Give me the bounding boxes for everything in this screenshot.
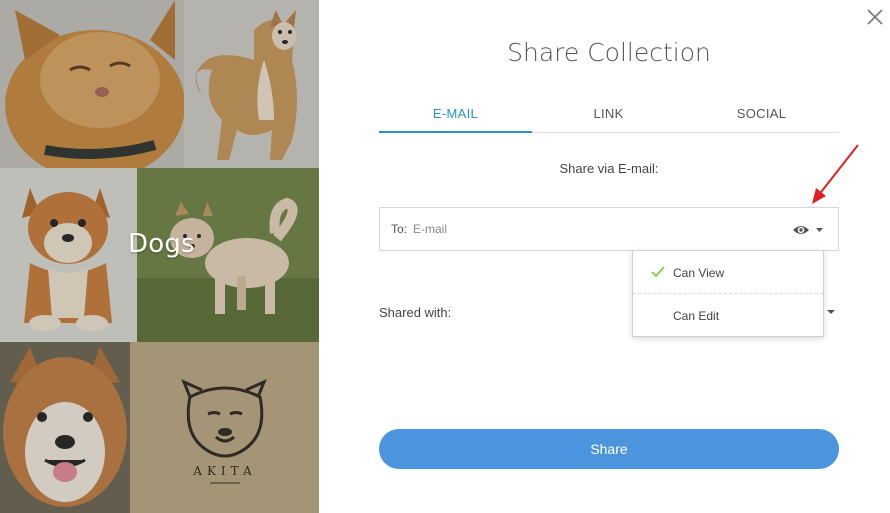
share-tabs: E-MAIL LINK SOCIAL bbox=[379, 100, 839, 133]
collection-name: Dogs bbox=[128, 229, 195, 259]
menu-item-label: Can Edit bbox=[673, 309, 720, 323]
share-via-email-heading: Share via E-mail: bbox=[559, 161, 659, 176]
annotation-arrow bbox=[812, 144, 859, 204]
to-label: To: bbox=[391, 222, 408, 236]
tab-email[interactable]: E-MAIL bbox=[379, 100, 532, 133]
eye-icon bbox=[793, 226, 809, 234]
check-icon bbox=[651, 266, 665, 278]
menu-item-can-view[interactable]: Can View bbox=[633, 251, 823, 294]
tab-social[interactable]: SOCIAL bbox=[685, 100, 838, 132]
close-icon bbox=[867, 9, 883, 25]
menu-item-can-edit[interactable]: Can Edit bbox=[633, 294, 823, 337]
share-collection-screen: AKITA Dogs Share Collection E-MAIL LINK … bbox=[0, 0, 890, 513]
collection-cover-collage: AKITA Dogs bbox=[0, 0, 319, 513]
dialog-title: Share Collection bbox=[507, 38, 711, 67]
caret-down-icon bbox=[816, 228, 823, 232]
permission-dropdown-menu: Can View Can Edit bbox=[632, 250, 824, 337]
email-recipient-box: To: bbox=[379, 207, 839, 251]
email-input[interactable] bbox=[413, 218, 773, 240]
permission-dropdown-toggle[interactable] bbox=[792, 221, 828, 239]
tab-link[interactable]: LINK bbox=[532, 100, 685, 132]
shared-with-caret-down-icon[interactable] bbox=[826, 309, 836, 315]
share-button[interactable]: Share bbox=[379, 429, 839, 469]
menu-item-label: Can View bbox=[673, 266, 725, 280]
shared-with-label: Shared with: bbox=[379, 305, 452, 320]
close-button[interactable] bbox=[864, 6, 886, 28]
